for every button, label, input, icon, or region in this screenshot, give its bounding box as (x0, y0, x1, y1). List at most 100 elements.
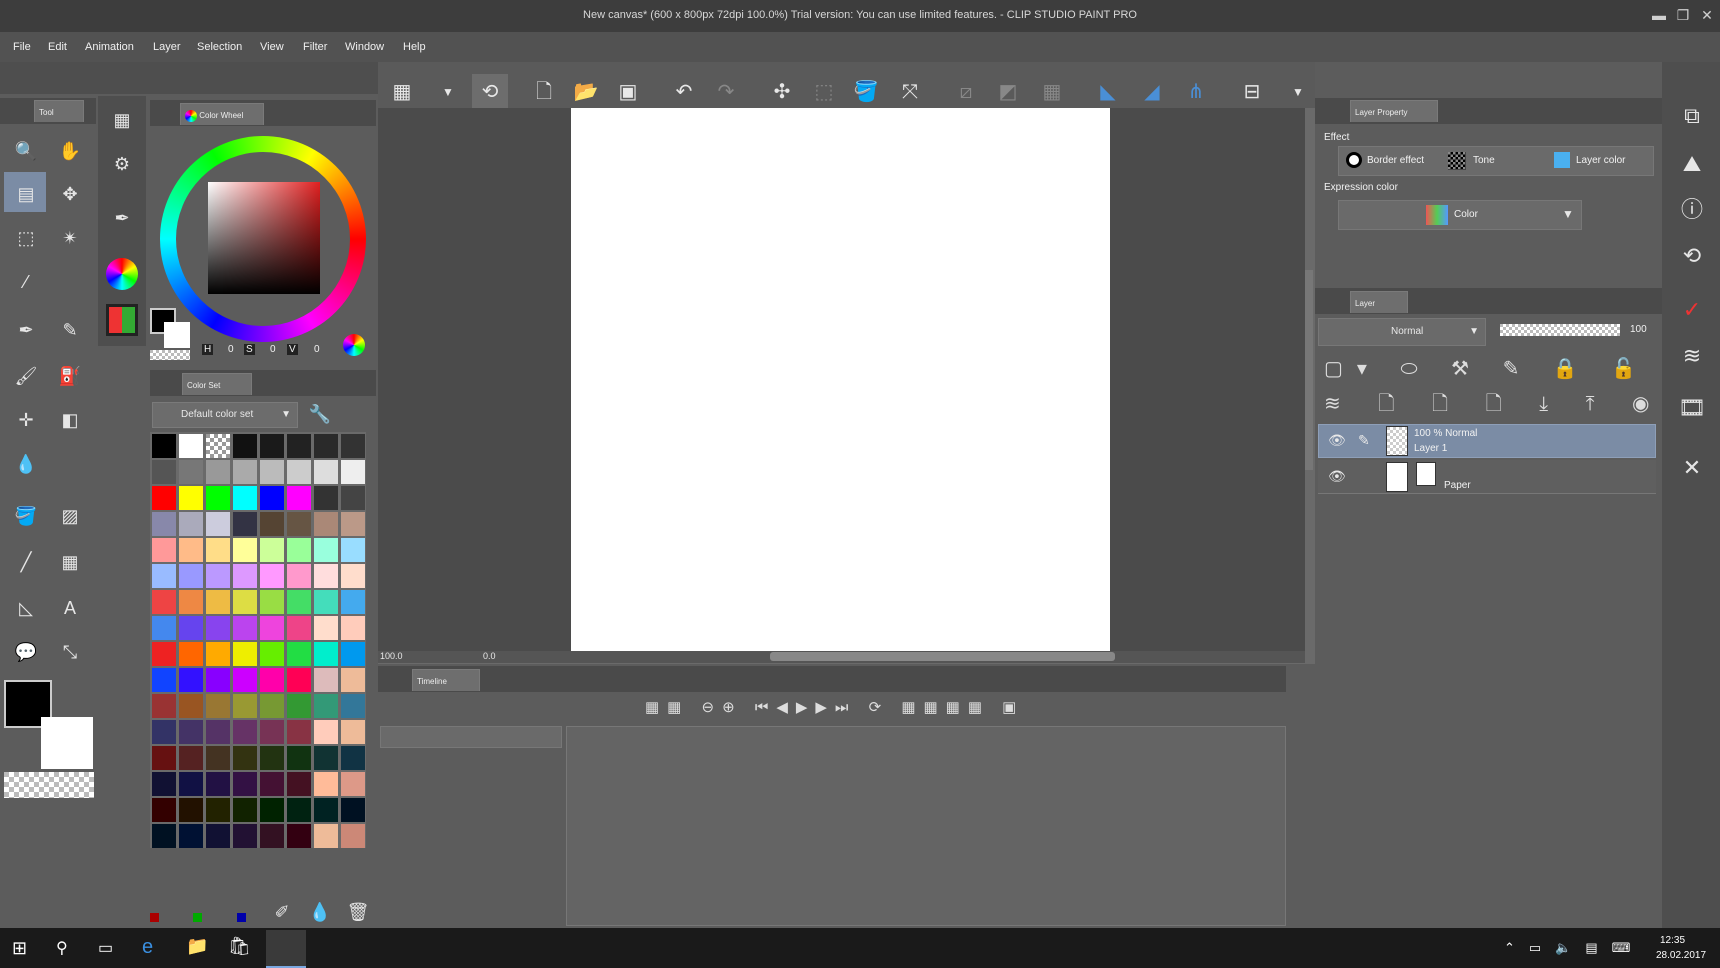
deselect-icon[interactable]: ⧄ (948, 74, 984, 110)
palette-swatch[interactable] (287, 694, 311, 718)
palette-swatch[interactable] (152, 512, 176, 536)
figure-tool-icon[interactable]: ╱ (8, 544, 44, 580)
palette-swatch[interactable] (260, 512, 284, 536)
palette-swatch[interactable] (314, 460, 338, 484)
palette-swatch[interactable] (260, 434, 284, 458)
redo-icon[interactable]: ↷ (708, 74, 744, 110)
palette-swatch[interactable] (287, 798, 311, 822)
palette-swatch[interactable] (152, 746, 176, 770)
palette-swatch[interactable] (152, 798, 176, 822)
balloon-tool-icon[interactable]: 💬 (8, 634, 44, 670)
menu-animation[interactable]: Animation (85, 41, 134, 53)
paper-name[interactable]: Paper (1444, 480, 1471, 491)
palette-swatch[interactable] (152, 564, 176, 588)
palette-blue-icon[interactable] (237, 913, 246, 922)
palette-swatch[interactable] (314, 720, 338, 744)
palette-swatch[interactable] (206, 746, 230, 770)
tab-layer[interactable]: Layer (1350, 291, 1408, 313)
tab-color-set[interactable]: Color Set (182, 373, 252, 395)
palette-swatch[interactable] (287, 616, 311, 640)
palette-swatch[interactable] (179, 486, 203, 510)
palette-swatch[interactable] (287, 746, 311, 770)
airbrush-tool-icon[interactable]: ⛽ (52, 358, 88, 394)
palette-swatch[interactable] (179, 460, 203, 484)
gradient-tool-icon[interactable]: ▨ (52, 498, 88, 534)
palette-swatch[interactable] (206, 564, 230, 588)
add-color-icon[interactable]: 💧 (302, 894, 338, 930)
layer-options-toolbar[interactable]: ▢▾ ⬭ ⚒ ✎ 🔒 🔓 ⤫ ⤫ (1318, 352, 1662, 386)
clip-studio-taskbar-icon[interactable] (266, 930, 306, 968)
decoration-tool-icon[interactable]: ✛ (8, 402, 44, 438)
text-tool-icon[interactable]: A (52, 590, 88, 626)
layer-1-name[interactable]: Layer 1 (1414, 443, 1447, 454)
menu-filter[interactable]: Filter (303, 41, 327, 53)
transparent-color-swatch[interactable] (4, 772, 94, 798)
grid-snap-icon[interactable]: ⋔ (1178, 74, 1214, 110)
selection-area-icon[interactable]: ▦ (1034, 74, 1070, 110)
palette-swatch[interactable] (233, 720, 257, 744)
palette-swatch[interactable] (314, 538, 338, 562)
layer-color-label[interactable]: Layer color (1576, 155, 1625, 166)
palette-swatch[interactable] (179, 694, 203, 718)
color-mode-icon[interactable] (343, 334, 365, 356)
minimize-button[interactable]: ▬ (1649, 6, 1669, 24)
tone-label[interactable]: Tone (1473, 155, 1495, 166)
sub-view-icon[interactable]: ⛰ (1674, 146, 1710, 182)
system-tray-icons[interactable]: ⌃▭🔈▤⌨ (1504, 940, 1644, 956)
blend-mode-dropdown[interactable]: Normal ▼ (1318, 318, 1486, 346)
palette-swatch[interactable] (233, 746, 257, 770)
menu-help[interactable]: Help (403, 41, 426, 53)
menu-layer[interactable]: Layer (153, 41, 181, 53)
palette-swatch[interactable] (287, 668, 311, 692)
palette-swatch[interactable] (152, 590, 176, 614)
pen-tool-icon[interactable]: ✒ (8, 312, 44, 348)
color-palette[interactable] (150, 432, 366, 848)
palette-swatch[interactable] (287, 590, 311, 614)
palette-swatch[interactable] (341, 824, 365, 848)
palette-swatch[interactable] (341, 694, 365, 718)
palette-swatch[interactable] (152, 668, 176, 692)
clock-date[interactable]: 28.02.2017 (1656, 950, 1706, 961)
magic-wand-icon[interactable]: ✴ (52, 220, 88, 256)
palette-swatch[interactable] (233, 512, 257, 536)
palette-swatch[interactable] (260, 720, 284, 744)
palette-swatch[interactable] (260, 694, 284, 718)
palette-swatch[interactable] (287, 486, 311, 510)
new-file-icon[interactable]: 🗋 (526, 74, 562, 110)
navigator-icon[interactable]: ⧉ (1674, 98, 1710, 134)
palette-swatch[interactable] (179, 746, 203, 770)
palette-green-icon[interactable] (193, 913, 202, 922)
border-effect-icon[interactable] (1346, 152, 1362, 168)
frame-tool-icon[interactable]: ▦ (52, 544, 88, 580)
brush-icon[interactable]: ✎ (1358, 432, 1370, 449)
palette-swatch[interactable] (314, 668, 338, 692)
command-dropdown-icon[interactable]: ▼ (1280, 74, 1316, 110)
palette-swatch[interactable] (206, 486, 230, 510)
horizontal-scrollbar[interactable] (770, 652, 1115, 661)
cw-sub-color[interactable] (164, 322, 190, 348)
border-effect-label[interactable]: Border effect (1367, 155, 1424, 166)
invert-selection-icon[interactable]: ◩ (990, 74, 1026, 110)
transform-icon[interactable]: ⤧ (892, 74, 928, 110)
tab-tool[interactable]: Tool (34, 100, 84, 122)
palette-swatch[interactable] (314, 486, 338, 510)
eye-icon[interactable]: 👁 (1328, 432, 1346, 449)
sub-color-swatch[interactable] (41, 717, 93, 769)
palette-swatch[interactable] (152, 772, 176, 796)
palette-swatch[interactable] (179, 616, 203, 640)
palette-swatch[interactable] (287, 538, 311, 562)
palette-swatch[interactable] (341, 642, 365, 666)
palette-swatch[interactable] (287, 460, 311, 484)
operation-tool-icon[interactable]: ▤ (8, 176, 44, 212)
info-icon[interactable]: ⓘ (1674, 192, 1710, 228)
palette-swatch[interactable] (179, 590, 203, 614)
palette-swatch[interactable] (260, 668, 284, 692)
layer-actions-toolbar[interactable]: ≋ 🗋 🗋 🗋 ⤓ ⤒ ◉ ⤵ 🗑 (1318, 386, 1662, 422)
palette-swatch[interactable] (152, 694, 176, 718)
palette-swatch[interactable] (260, 486, 284, 510)
palette-swatch[interactable] (179, 772, 203, 796)
palette-swatch[interactable] (179, 512, 203, 536)
saturation-value-square[interactable] (208, 182, 320, 294)
close-button[interactable]: ✕ (1697, 6, 1717, 24)
palette-swatch[interactable] (260, 746, 284, 770)
